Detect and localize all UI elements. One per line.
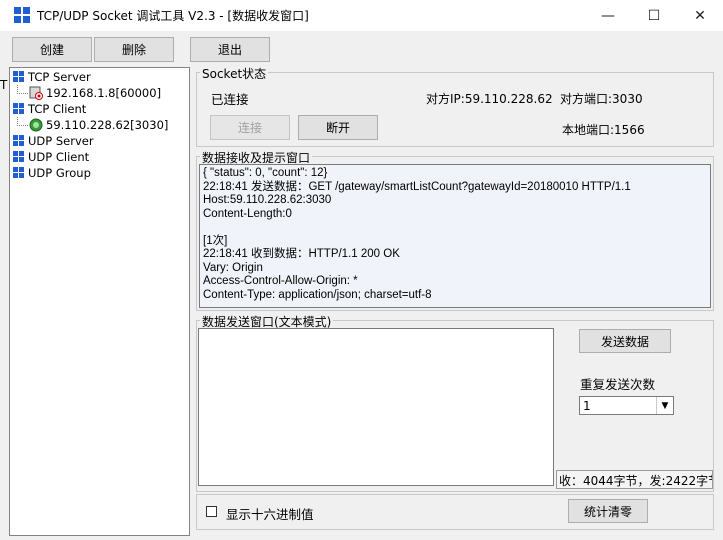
tree-list: TCP Server 192.168.1.8[60000] TCP Client… <box>13 69 168 181</box>
chevron-down-icon: ▼ <box>656 397 673 414</box>
tree-item-udp-client[interactable]: UDP Client <box>13 149 168 165</box>
tree-item-tcp-server-node[interactable]: 192.168.1.8[60000] <box>13 84 168 101</box>
repeat-count-select[interactable]: 1 ▼ <box>579 396 674 415</box>
tree-item-tcp-client-node[interactable]: 59.110.228.62[3030] <box>13 116 169 133</box>
window-title: TCP/UDP Socket 调试工具 V2.3 - [数据收发窗口] <box>37 9 309 23</box>
app-grid-icon <box>14 7 30 23</box>
maximize-icon: ☐ <box>647 7 661 24</box>
tree-item-tcp-client[interactable]: TCP Client <box>13 101 168 117</box>
remote-ip: 对方IP:59.110.228.62 <box>426 92 553 106</box>
maximize-button[interactable]: ☐ <box>631 0 677 31</box>
send-textarea[interactable] <box>198 328 554 486</box>
connection-status: 已连接 <box>211 92 249 107</box>
grid-icon <box>13 71 25 83</box>
clear-stats-button[interactable]: 统计清零 <box>568 499 648 523</box>
hex-display-label: 显示十六进制值 <box>226 507 314 522</box>
minimize-icon: — <box>601 7 615 24</box>
close-icon: ✕ <box>694 7 706 24</box>
close-button[interactable]: ✕ <box>677 0 723 31</box>
delete-button[interactable]: 删除 <box>94 37 174 62</box>
socket-status-label: Socket状态 <box>200 65 269 82</box>
exit-button[interactable]: 退出 <box>190 37 270 62</box>
traffic-stats: 收：4044字节，发:2422字节 <box>556 470 713 489</box>
tree-item-udp-server[interactable]: UDP Server <box>13 133 168 149</box>
tree-item-label: TCP Client <box>28 102 87 116</box>
receive-log[interactable]: { "status": 0, "count": 12} 22:18:41 发送数… <box>199 164 711 308</box>
grid-icon <box>13 167 25 179</box>
tree-item-label: UDP Group <box>28 166 91 180</box>
connection-tree[interactable]: TCP Server 192.168.1.8[60000] TCP Client… <box>9 67 190 536</box>
server-icon <box>29 86 43 100</box>
left-edge-glyph: T <box>0 78 8 92</box>
tree-item-udp-group[interactable]: UDP Group <box>13 165 168 181</box>
create-button[interactable]: 创建 <box>12 37 92 62</box>
remote-port: 对方端口:3030 <box>560 92 643 106</box>
tree-item-label: TCP Server <box>28 70 91 84</box>
tree-item-tcp-server[interactable]: TCP Server <box>13 69 168 85</box>
repeat-count-label: 重复发送次数 <box>580 377 656 392</box>
grid-icon <box>13 135 25 147</box>
connect-button[interactable]: 连接 <box>210 115 290 140</box>
tree-item-label: UDP Server <box>28 134 94 148</box>
disconnect-button[interactable]: 断开 <box>298 115 378 140</box>
minimize-button[interactable]: — <box>585 0 631 31</box>
tree-item-label: 59.110.228.62[3030] <box>46 118 169 132</box>
grid-icon <box>13 151 25 163</box>
send-button[interactable]: 发送数据 <box>579 329 671 353</box>
repeat-count-value: 1 <box>583 398 591 413</box>
tree-item-label: 192.168.1.8[60000] <box>46 86 162 100</box>
local-port: 本地端口:1566 <box>562 123 645 137</box>
connected-icon <box>29 118 43 132</box>
grid-icon <box>13 103 25 115</box>
tree-item-label: UDP Client <box>28 150 90 164</box>
hex-display-checkbox[interactable] <box>206 506 217 517</box>
